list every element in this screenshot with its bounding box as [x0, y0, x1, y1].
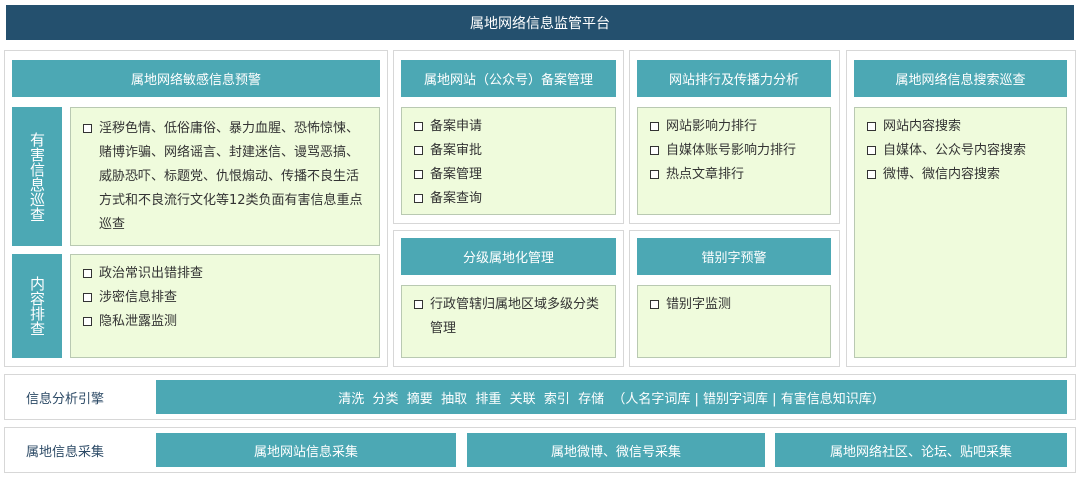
- warning-header: 属地网络敏感信息预警: [12, 60, 380, 97]
- engine-bar: 清洗 分类 摘要 抽取 排重 关联 索引 存储 （人名字词库 | 错别字词库 |…: [156, 380, 1067, 414]
- list-item: 涉密信息排查: [81, 286, 369, 310]
- list-item: 错别字监测: [648, 293, 820, 317]
- list-item: 网站影响力排行: [648, 115, 820, 139]
- hierarchy-box: 行政管辖归属地区域多级分类管理: [401, 285, 616, 358]
- filing-box: 备案申请 备案审批 备案管理 备案查询: [401, 107, 616, 215]
- typo-box: 错别字监测: [637, 285, 831, 358]
- content-inspection-box: 政治常识出错排查 涉密信息排查 隐私泄露监测: [70, 254, 380, 358]
- search-box: 网站内容搜索 自媒体、公众号内容搜索 微博、微信内容搜索: [854, 107, 1067, 358]
- harmful-inspection-box: 淫秽色情、低俗庸俗、暴力血腥、恐怖惊悚、赌博诈骗、网络谣言、封建迷信、谩骂恶搞、…: [70, 107, 380, 246]
- collection-weibo-wechat: 属地微博、微信号采集: [467, 433, 765, 467]
- typo-header: 错别字预警: [637, 238, 831, 275]
- list-item: 备案审批: [412, 139, 605, 163]
- hierarchy-text: 行政管辖归属地区域多级分类管理: [412, 293, 605, 341]
- list-item: 微博、微信内容搜索: [865, 163, 1056, 187]
- list-item: 隐私泄露监测: [81, 310, 369, 334]
- harmful-inspection-text: 淫秽色情、低俗庸俗、暴力血腥、恐怖惊悚、赌博诈骗、网络谣言、封建迷信、谩骂恶搞、…: [81, 117, 369, 237]
- list-item: 备案查询: [412, 187, 605, 211]
- search-header: 属地网络信息搜索巡查: [854, 60, 1067, 97]
- content-inspection-label: 内容排查: [12, 254, 62, 358]
- list-item: 自媒体账号影响力排行: [648, 139, 820, 163]
- hierarchy-header: 分级属地化管理: [401, 238, 616, 275]
- collection-forum: 属地网络社区、论坛、贴吧采集: [775, 433, 1067, 467]
- ranking-header: 网站排行及传播力分析: [637, 60, 831, 97]
- list-item: 备案管理: [412, 163, 605, 187]
- collection-label: 属地信息采集: [26, 444, 105, 460]
- list-item: 网站内容搜索: [865, 115, 1056, 139]
- harmful-inspection-label: 有害信息巡查: [12, 107, 62, 246]
- platform-title: 属地网络信息监管平台: [6, 5, 1074, 40]
- list-item: 自媒体、公众号内容搜索: [865, 139, 1056, 163]
- list-item: 政治常识出错排查: [81, 262, 369, 286]
- collection-site: 属地网站信息采集: [156, 433, 456, 467]
- list-item: 备案申请: [412, 115, 605, 139]
- ranking-box: 网站影响力排行 自媒体账号影响力排行 热点文章排行: [637, 107, 831, 215]
- filing-header: 属地网站（公众号）备案管理: [401, 60, 616, 97]
- list-item: 热点文章排行: [648, 163, 820, 187]
- engine-label: 信息分析引擎: [26, 391, 105, 407]
